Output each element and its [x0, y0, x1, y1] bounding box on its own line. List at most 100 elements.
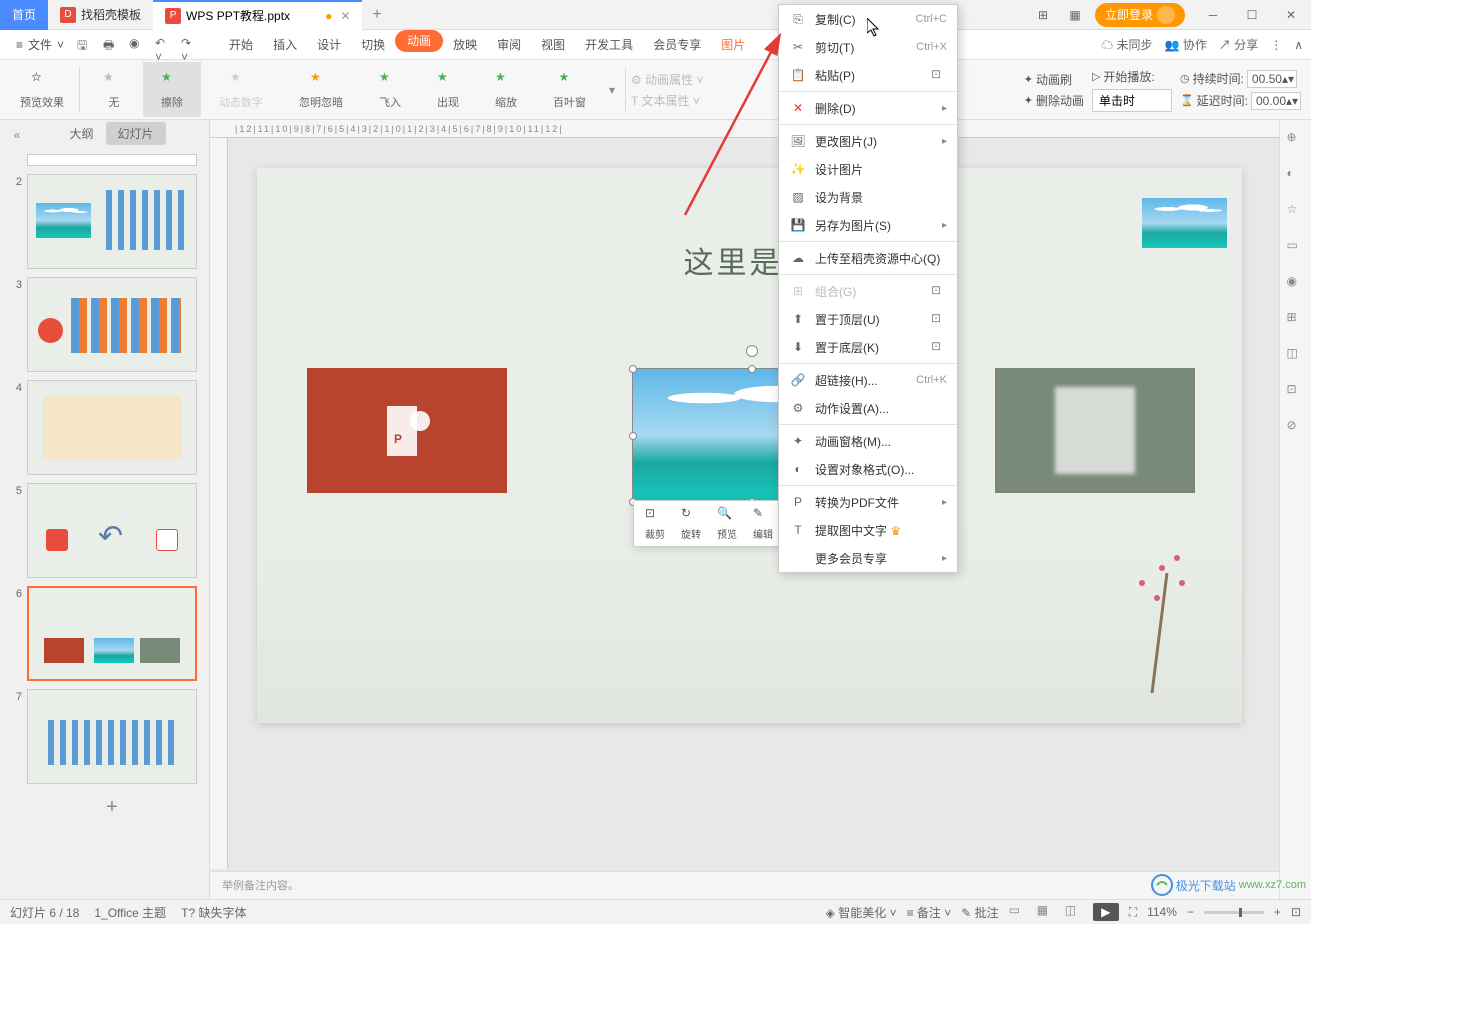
ctx-paste[interactable]: 📋粘贴(P)⊡ [779, 61, 957, 89]
panel-collapse-icon[interactable]: « [10, 124, 24, 142]
tab-close[interactable]: ✕ [340, 9, 350, 23]
zoom-out-icon[interactable]: − [1187, 905, 1194, 919]
undo-icon[interactable]: ↶ ˅ [155, 36, 173, 54]
view-normal-icon[interactable]: ▭ [1009, 903, 1027, 921]
file-menu[interactable]: ≡ 文件 ˅ [8, 36, 72, 53]
maximize-icon[interactable]: ☐ [1240, 3, 1264, 27]
effect-pulse[interactable]: ★忽明忽暗 [281, 62, 361, 117]
ctx-copy[interactable]: ⎘复制(C)Ctrl+C [779, 5, 957, 33]
coop-button[interactable]: 👥 协作 [1165, 36, 1207, 53]
anim-delete[interactable]: ✦ 删除动画 [1024, 92, 1084, 109]
side-icon-1[interactable]: ⊕ [1287, 130, 1305, 148]
effect-number[interactable]: ★动态数字 [201, 62, 281, 117]
thumb-4[interactable] [27, 380, 197, 475]
menu-tab-dev[interactable]: 开发工具 [575, 30, 643, 60]
side-icon-8[interactable]: ⊡ [1287, 382, 1305, 400]
login-button[interactable]: 立即登录 [1095, 3, 1185, 27]
panel-tab-slides[interactable]: 幻灯片 [106, 122, 166, 145]
zoom-fit-icon[interactable]: ⛶ [1129, 905, 1137, 920]
corner-image[interactable] [1142, 198, 1227, 248]
image-ppt-logo[interactable]: P [307, 368, 507, 493]
save-icon[interactable]: 🖫 [77, 36, 95, 54]
collapse-ribbon-icon[interactable]: ∧ [1294, 38, 1303, 52]
side-icon-3[interactable]: ☆ [1287, 202, 1305, 220]
ctx-more[interactable]: 更多会员专享▸ [779, 544, 957, 572]
view-sorter-icon[interactable]: ▦ [1037, 903, 1055, 921]
ctx-save[interactable]: 💾另存为图片(S)▸ [779, 211, 957, 239]
zoom-level[interactable]: 114% [1147, 905, 1177, 919]
play-button[interactable]: ▶ [1093, 903, 1119, 921]
menu-tab-image[interactable]: 图片 [711, 30, 755, 60]
side-icon-5[interactable]: ◉ [1287, 274, 1305, 292]
notes-button[interactable]: ≡ 备注 ˅ [907, 904, 952, 921]
thumb-7[interactable] [27, 689, 197, 784]
effect-blinds[interactable]: ★百叶窗 [535, 62, 604, 117]
tab-home[interactable]: 首页 [0, 0, 48, 30]
ctx-pdf[interactable]: P转换为PDF文件▸ [779, 488, 957, 516]
tool-edit[interactable]: ✎编辑 [745, 504, 781, 543]
effect-zoom[interactable]: ★缩放 [477, 62, 535, 117]
ctx-upload[interactable]: ☁上传至稻壳资源中心(Q) [779, 244, 957, 272]
preview-icon[interactable]: ◉ [129, 36, 147, 54]
thumb-3[interactable] [27, 277, 197, 372]
sync-status[interactable]: ☁ 未同步 [1101, 36, 1152, 53]
menu-tab-transition[interactable]: 切换 [351, 30, 395, 60]
ctx-ocr[interactable]: T提取图中文字 ♛ [779, 516, 957, 544]
duration-spinner[interactable]: 00.50▴▾ [1247, 70, 1297, 88]
ctx-anim[interactable]: ✦动画窗格(M)... [779, 427, 957, 455]
ctx-cut[interactable]: ✂剪切(T)Ctrl+X [779, 33, 957, 61]
tool-preview[interactable]: 🔍预览 [709, 504, 745, 543]
status-font[interactable]: T? 缺失字体 [181, 904, 246, 921]
side-icon-9[interactable]: ⊘ [1287, 418, 1305, 436]
effects-more-icon[interactable]: ▾ [604, 83, 620, 97]
rotate-handle[interactable] [746, 345, 758, 357]
anim-brush[interactable]: ✦ 动画刷 [1024, 71, 1084, 88]
tab-docer[interactable]: D 找稻壳模板 [48, 0, 153, 30]
menu-tab-start[interactable]: 开始 [219, 30, 263, 60]
effect-appear[interactable]: ★出现 [419, 62, 477, 117]
side-icon-7[interactable]: ◫ [1287, 346, 1305, 364]
thumb-5[interactable]: ↶ [27, 483, 197, 578]
view-reading-icon[interactable]: ◫ [1065, 903, 1083, 921]
side-icon-4[interactable]: ▭ [1287, 238, 1305, 256]
ctx-format[interactable]: ◐设置对象格式(O)... [779, 455, 957, 483]
tool-rotate[interactable]: ↻旋转 [673, 504, 709, 543]
comment-button[interactable]: ✎ 批注 [961, 904, 998, 921]
menu-tab-review[interactable]: 审阅 [487, 30, 531, 60]
ctx-back[interactable]: ⬇置于底层(K)⊡ [779, 333, 957, 361]
ctx-front[interactable]: ⬆置于顶层(U)⊡ [779, 305, 957, 333]
menu-tab-view[interactable]: 视图 [531, 30, 575, 60]
ctx-bg[interactable]: ▨设为背景 [779, 183, 957, 211]
thumb-partial[interactable] [27, 154, 197, 166]
thumb-add[interactable]: + [27, 792, 197, 822]
menu-tab-slideshow[interactable]: 放映 [443, 30, 487, 60]
beautify-button[interactable]: ◈ 智能美化 ˅ [826, 904, 897, 921]
zoom-in-icon[interactable]: + [1274, 905, 1281, 919]
menu-tab-member[interactable]: 会员专享 [643, 30, 711, 60]
notes-bar[interactable]: 举例备注内容。 [210, 871, 1279, 899]
side-icon-2[interactable]: ◐ [1287, 166, 1305, 184]
ribbon-preview[interactable]: ☆ 预览效果 [10, 62, 74, 117]
ctx-delete[interactable]: ✕删除(D)▸ [779, 94, 957, 122]
ctx-link[interactable]: 🔗超链接(H)...Ctrl+K [779, 366, 957, 394]
image-texture[interactable] [995, 368, 1195, 493]
tool-crop[interactable]: ⊡裁剪 [637, 504, 673, 543]
menu-tab-design[interactable]: 设计 [307, 30, 351, 60]
tab-file-active[interactable]: P WPS PPT教程.pptx ● ✕ [153, 0, 362, 30]
delay-spinner[interactable]: 00.00▴▾ [1251, 92, 1301, 110]
redo-icon[interactable]: ↷ ˅ [181, 36, 199, 54]
thumb-6-active[interactable] [27, 586, 197, 681]
side-icon-6[interactable]: ⊞ [1287, 310, 1305, 328]
share-button[interactable]: ↗ 分享 [1219, 36, 1258, 53]
minimize-icon[interactable]: ─ [1201, 3, 1225, 27]
thumb-2[interactable] [27, 174, 197, 269]
resize-handle-w[interactable] [629, 432, 637, 440]
panel-tab-outline[interactable]: 大纲 [57, 122, 105, 145]
zoom-slider[interactable] [1204, 911, 1264, 914]
effect-flyin[interactable]: ★飞入 [361, 62, 419, 117]
tab-add[interactable]: + [362, 6, 391, 24]
effect-none[interactable]: ★无 [85, 62, 143, 117]
menu-tab-insert[interactable]: 插入 [263, 30, 307, 60]
resize-handle-n[interactable] [748, 365, 756, 373]
fit-icon[interactable]: ⊡ [1291, 905, 1301, 919]
